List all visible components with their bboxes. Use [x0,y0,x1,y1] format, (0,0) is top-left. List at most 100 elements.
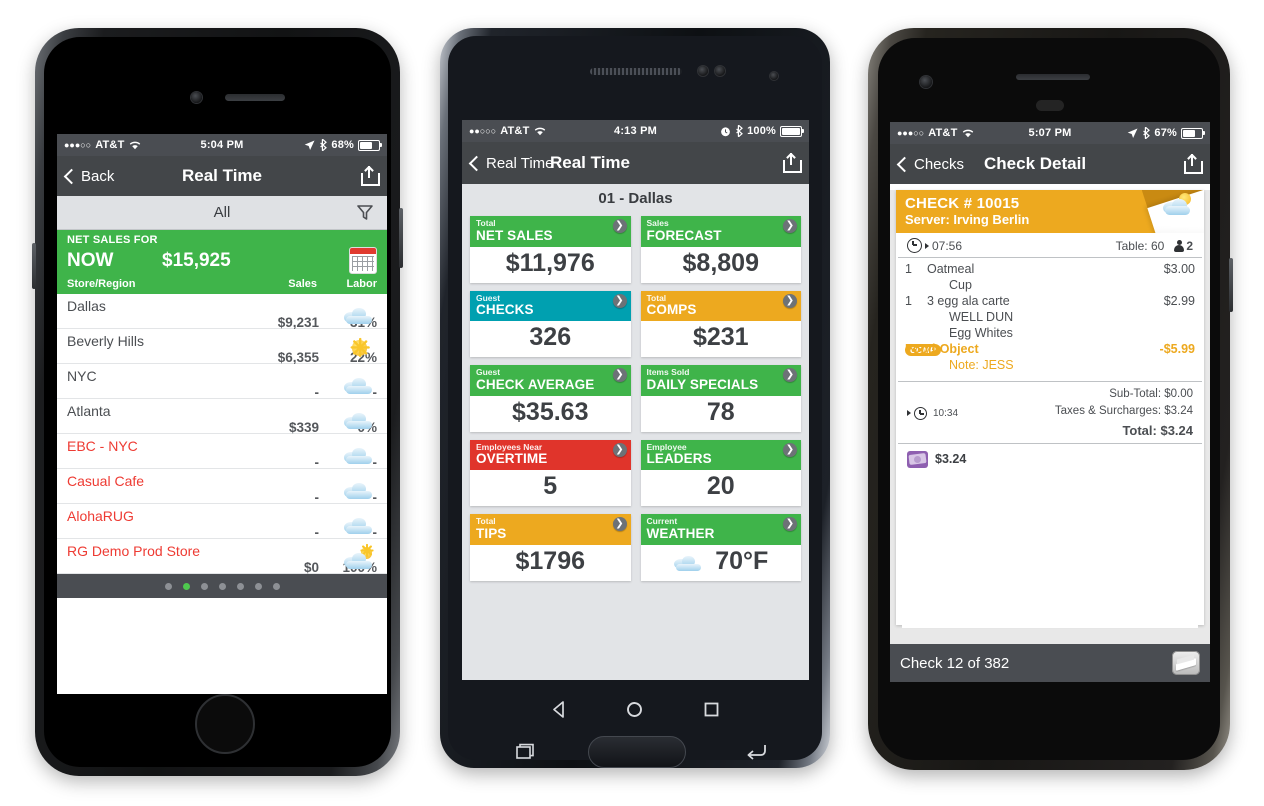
store-selector[interactable]: 01 - Dallas [462,184,809,214]
metric-tile-header: Items Sold DAILY SPECIALS ❯ [640,365,801,396]
share-icon[interactable] [361,166,380,186]
metric-tile[interactable]: Total TIPS ❯ $1796 [470,514,631,582]
metric-tile[interactable]: Items Sold DAILY SPECIALS ❯ 78 [640,365,801,432]
page-indicator[interactable] [57,574,387,598]
metric-tile-value: 326 [529,323,572,352]
page-dot[interactable] [236,582,244,590]
guests-icon [1174,239,1185,252]
page-dot[interactable] [254,582,262,590]
filter-bar[interactable]: All [57,196,387,230]
column-header-sales: Sales [288,278,317,290]
android-home-button[interactable] [625,700,644,724]
metric-tile-header: Guest CHECKS ❯ [470,290,631,322]
net-sales-summary: NET SALES FOR NOW $15,925 [57,230,387,277]
store-row[interactable]: EBC - NYC - - [57,434,387,470]
share-icon[interactable] [1184,154,1203,174]
calendar-icon[interactable] [349,247,377,274]
metric-tile[interactable]: Guest CHECK AVERAGE ❯ $35.63 [470,365,631,432]
screen-check-detail: ●●●○○ AT&T 5:07 PM 67% Checks Check Deta… [890,122,1210,682]
nav-bar: Checks Check Detail [890,144,1210,184]
store-list: Dallas$9,23131%Beverly Hills$6,35522%NYC… [57,294,387,575]
status-bar: ●●●○○ AT&T 5:07 PM 67% [890,122,1210,144]
page-dot[interactable] [164,582,172,590]
chevron-right-icon[interactable]: ❯ [612,368,627,383]
metric-tile-title: TIPS [476,525,507,541]
metric-tile[interactable]: Guest CHECKS ❯ 326 [470,290,631,358]
chevron-right-icon[interactable]: ❯ [783,219,797,233]
earpiece-speaker [1016,74,1090,80]
back-button[interactable]: Checks [896,156,964,173]
chevron-right-icon[interactable]: ❯ [783,293,797,308]
receipt-torn-edge [902,620,1198,628]
android-recents-button[interactable] [702,700,721,724]
check-line-item: 1 3 egg ala carte $2.99 [896,293,1204,309]
bluetooth-icon [736,125,743,137]
metric-tile-subtitle: Employees Near [476,441,543,452]
filter-funnel-icon[interactable] [357,205,373,220]
page-dot[interactable] [272,582,280,590]
payment-row: $3.24 [898,442,1202,475]
metric-tile-header: Total TIPS ❯ [470,514,631,546]
metric-tile-title: FORECAST [646,227,722,243]
android-back-button[interactable] [550,700,569,724]
store-row[interactable]: Casual Cafe - - [57,469,387,505]
battery-percent-label: 68% [331,139,354,151]
screenshot-root: ●●●○○ AT&T 5:04 PM 68% Back Real Time Al… [0,0,1264,806]
status-bar: ●●●○○ AT&T 5:04 PM 68% [57,134,387,156]
total-line: Sub-Total: $0.00 [1055,386,1193,403]
metric-tile-title: WEATHER [646,525,715,541]
metric-tile[interactable]: Employee LEADERS ❯ 20 [640,439,801,507]
store-row[interactable]: Atlanta$3390% [57,399,387,435]
keyboard-slide-icon[interactable] [1172,651,1200,675]
home-button[interactable] [195,694,255,754]
summary-amount: $15,925 [162,249,231,271]
device-android-real-time: ●●○○○ AT&T 4:13 PM 100% Real Time Real T… [440,28,830,768]
summary-caption: NET SALES FOR [67,234,158,246]
store-row[interactable]: Beverly Hills $6,355 22% [57,329,387,365]
android-back-arrow-button[interactable] [744,742,768,767]
clock-icon [907,238,922,253]
wifi-icon [534,127,545,136]
page-dot[interactable] [182,582,190,590]
metric-tile[interactable]: Total COMPS ❯ $231 [640,290,801,358]
store-name: Beverly Hills [67,333,145,349]
volume-button[interactable] [1229,258,1233,312]
metric-tile[interactable]: Total NET SALES ❯ $11,976 [470,216,631,283]
share-icon[interactable] [783,153,802,173]
chevron-right-icon[interactable]: ❯ [612,219,627,233]
page-dot[interactable] [218,582,226,590]
metric-tile-value: 78 [706,397,735,426]
android-multitask-button[interactable] [512,743,536,768]
front-camera-icon [698,66,708,76]
weather-sunny-icon [343,337,377,360]
back-button[interactable]: Real Time [468,155,554,172]
volume-button[interactable] [32,243,36,289]
power-button[interactable] [399,208,403,268]
check-detail-body: CHECK # 10015 Server: Irving Berlin 07:5… [890,190,1210,668]
store-row[interactable]: AlohaRUG - - [57,504,387,540]
chevron-right-icon[interactable]: ❯ [612,293,627,308]
metric-tile-header: Employees Near OVERTIME ❯ [470,439,631,471]
metric-tile-subtitle: Current [646,516,678,527]
back-button[interactable]: Back [63,167,115,185]
chevron-right-icon[interactable]: ❯ [612,442,627,457]
weather-cloudy-icon [343,407,377,430]
metric-tile[interactable]: Employees Near OVERTIME ❯ 5 [470,439,631,507]
proximity-sensor-icon [715,66,725,76]
store-row[interactable]: Dallas$9,23131% [57,294,387,330]
store-row[interactable]: RG Demo Prod Store$0100% [57,539,387,575]
filter-label: All [213,204,231,221]
store-name: AlohaRUG [67,508,134,524]
page-dot[interactable] [200,582,208,590]
metric-tile[interactable]: Current WEATHER ❯ 70°F [640,514,801,582]
chevron-left-icon [468,155,485,171]
total-label: Taxes & Surcharges: [1054,405,1165,418]
back-label: Back [81,167,115,185]
store-row[interactable]: NYC - - [57,364,387,400]
chevron-right-icon[interactable]: ❯ [612,517,627,532]
line-price: $2.99 [1163,294,1195,308]
android-physical-home-button[interactable] [588,736,686,768]
chevron-right-icon[interactable]: ❯ [783,442,797,457]
metric-tile[interactable]: Sales FORECAST ❯ $8,809 [640,216,801,283]
line-description: Oatmeal [927,262,975,276]
